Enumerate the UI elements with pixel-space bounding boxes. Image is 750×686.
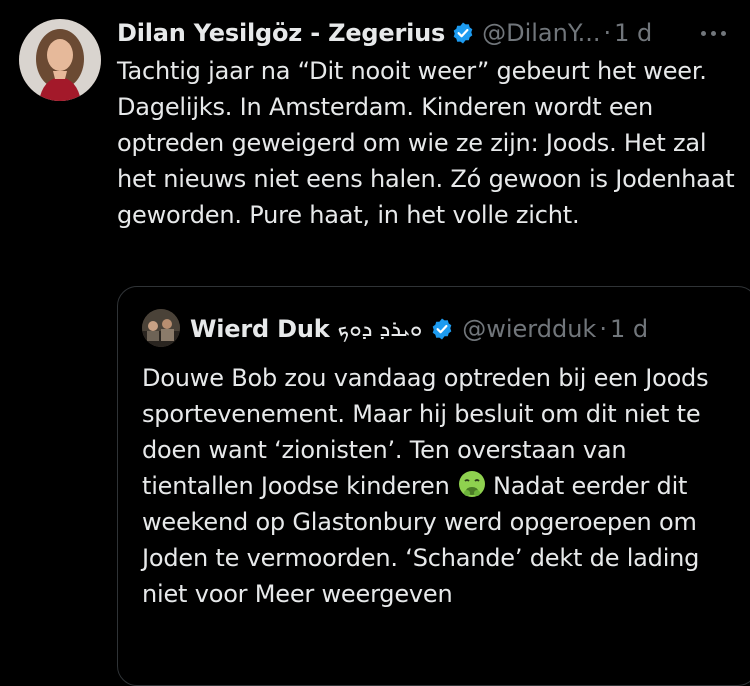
quoted-tweet-header: Wierd Duk ܘܝܪܕ ܕܘܟ @wierdduk · 1 d	[190, 311, 648, 347]
show-more-link[interactable]: voor Meer weergeven	[195, 580, 453, 608]
quoted-author-name-script: ܘܝܪܕ ܕܘܟ	[337, 316, 423, 342]
author-avatar[interactable]	[19, 19, 101, 101]
nauseated-face-emoji-icon	[457, 470, 487, 500]
quoted-tweet-text: Douwe Bob zou vandaag optreden bij een J…	[142, 360, 742, 612]
quoted-author-display-name[interactable]: Wierd Duk	[190, 315, 330, 343]
verified-badge-icon[interactable]	[451, 21, 475, 45]
tweet-timestamp[interactable]: 1 d	[614, 19, 652, 47]
author-display-name[interactable]: Dilan Yesilgöz - Zegerius	[117, 19, 445, 47]
separator-dot: ·	[603, 19, 612, 47]
quoted-author-handle[interactable]: @wierdduk	[462, 315, 596, 343]
more-options-icon[interactable]	[693, 22, 733, 44]
author-handle[interactable]: @DilanY...	[482, 19, 600, 47]
quoted-tweet[interactable]: Wierd Duk ܘܝܪܕ ܕܘܟ @wierdduk · 1 d Douwe…	[117, 286, 750, 686]
quoted-author-avatar[interactable]	[142, 309, 180, 347]
quoted-tweet-timestamp[interactable]: 1 d	[610, 315, 648, 343]
tweet-header: Dilan Yesilgöz - Zegerius @DilanY... · 1…	[117, 16, 652, 50]
separator-dot: ·	[599, 315, 607, 343]
tweet-text: Tachtig jaar na “Dit nooit weer” gebeurt…	[117, 57, 735, 229]
verified-badge-icon[interactable]	[430, 317, 454, 341]
